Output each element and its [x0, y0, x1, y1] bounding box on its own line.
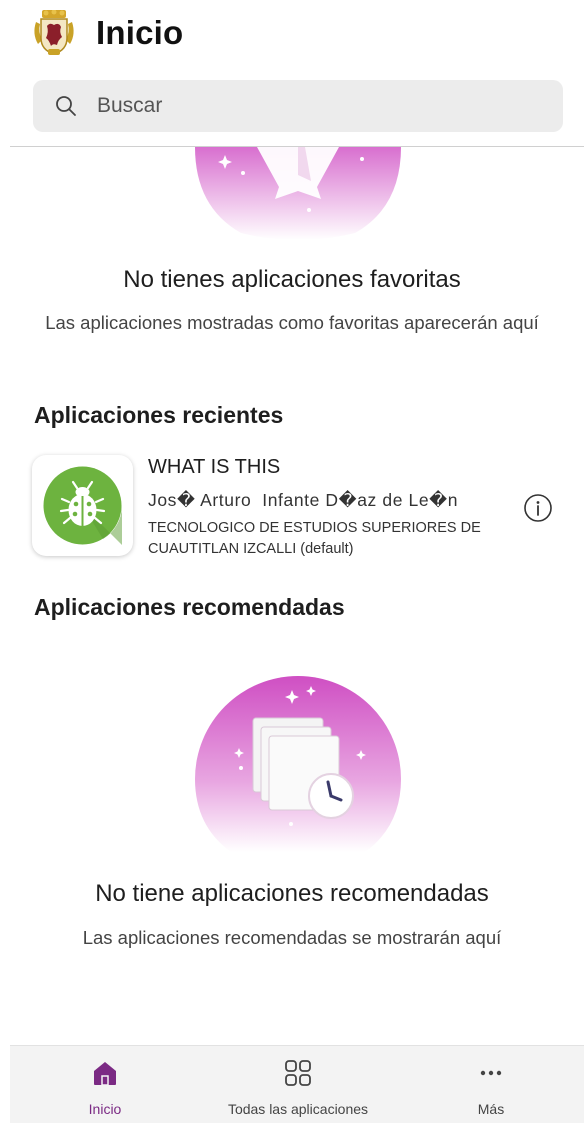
- search-bar[interactable]: [33, 80, 563, 132]
- star-illustration: [195, 147, 401, 239]
- favorites-empty-title: No tienes aplicaciones favoritas: [123, 266, 461, 293]
- search-input[interactable]: [97, 80, 537, 132]
- page-title: Inicio: [96, 14, 184, 51]
- nav-item-mas[interactable]: Más: [450, 1046, 532, 1123]
- nav-label-mas: Más: [477, 1101, 505, 1117]
- search-icon: [55, 95, 77, 117]
- info-icon[interactable]: [523, 493, 553, 523]
- bottom-navigation: Inicio Todas las aplicaciones Más: [10, 1045, 584, 1123]
- nav-item-todas[interactable]: Todas las aplicaciones: [198, 1046, 398, 1123]
- apps-clock-illustration: [195, 676, 401, 856]
- recent-app-author: Jos� Arturo Infante D�az de Le�n: [148, 490, 459, 510]
- recommended-empty-title: No tiene aplicaciones recomendadas: [95, 880, 489, 907]
- recommended-empty-subtitle: Las aplicaciones recomendadas se mostrar…: [82, 927, 502, 948]
- recent-app-name[interactable]: WHAT IS THIS: [148, 456, 280, 479]
- recommended-section-title: Aplicaciones recomendadas: [34, 594, 345, 620]
- recent-app-tile[interactable]: [32, 455, 133, 556]
- recent-app-organization: TECNOLOGICO DE ESTUDIOS SUPERIORES DE CU…: [148, 520, 481, 557]
- nav-label-todas: Todas las aplicaciones: [227, 1101, 369, 1117]
- favorites-empty-subtitle: Las aplicaciones mostradas como favorita…: [45, 312, 539, 333]
- recent-section-title: Aplicaciones recientes: [34, 402, 284, 428]
- home-icon: [90, 1046, 120, 1093]
- nav-item-inicio[interactable]: Inicio: [64, 1046, 146, 1123]
- more-icon: [476, 1046, 506, 1093]
- grid-icon: [283, 1046, 313, 1093]
- coat-of-arms-icon: [32, 9, 76, 56]
- nav-label-inicio: Inicio: [88, 1101, 122, 1117]
- bug-icon: [43, 466, 123, 545]
